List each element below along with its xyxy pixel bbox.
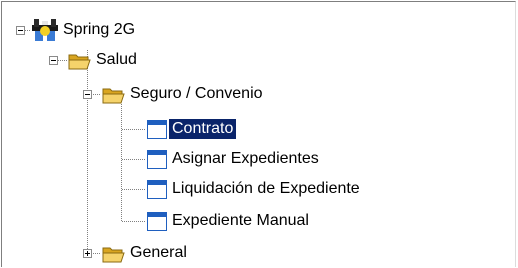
tree-node-label[interactable]: General bbox=[127, 243, 190, 263]
collapse-toggle-icon[interactable] bbox=[83, 90, 92, 99]
tree-node-label[interactable]: Contrato bbox=[167, 118, 238, 140]
tree-leaf-expediente-manual[interactable]: Expediente Manual bbox=[2, 207, 512, 235]
collapse-toggle-icon[interactable] bbox=[49, 56, 58, 65]
folder-open-icon bbox=[68, 52, 92, 75]
folder-open-icon bbox=[102, 86, 126, 109]
tree-node-label[interactable]: Liquidación de Expediente bbox=[169, 179, 363, 199]
form-window-icon bbox=[147, 150, 167, 174]
tree-node-label[interactable]: Spring 2G bbox=[60, 20, 138, 40]
folder-icon bbox=[102, 245, 126, 268]
tree-node-label[interactable]: Seguro / Convenio bbox=[127, 84, 266, 104]
form-window-icon bbox=[147, 120, 167, 144]
tree-node-spring-2g[interactable]: Spring 2G bbox=[2, 16, 512, 44]
tree-node-label[interactable]: Expediente Manual bbox=[169, 211, 312, 231]
tree-leaf-contrato[interactable]: Contrato bbox=[2, 115, 512, 143]
tree-leaf-asignar-expedientes[interactable]: Asignar Expedientes bbox=[2, 145, 512, 173]
tree-node-salud[interactable]: Salud bbox=[2, 46, 512, 74]
tree-node-label[interactable]: Asignar Expedientes bbox=[169, 149, 322, 169]
expand-toggle-icon[interactable] bbox=[83, 249, 92, 258]
tree-node-general[interactable]: General bbox=[2, 239, 512, 267]
collapse-toggle-icon[interactable] bbox=[16, 26, 25, 35]
tree-line-root-h bbox=[25, 30, 31, 31]
tree-leaf-liquidacion-expediente[interactable]: Liquidación de Expediente bbox=[2, 175, 512, 203]
form-window-icon bbox=[147, 180, 167, 204]
tree-node-label[interactable]: Salud bbox=[93, 50, 140, 70]
app-logo-icon bbox=[32, 19, 58, 46]
form-window-icon bbox=[147, 212, 167, 236]
tree-view-panel[interactable]: Spring 2G Salud Seguro / Convenio Contra… bbox=[1, 1, 516, 267]
tree-node-seguro-convenio[interactable]: Seguro / Convenio bbox=[2, 80, 512, 108]
